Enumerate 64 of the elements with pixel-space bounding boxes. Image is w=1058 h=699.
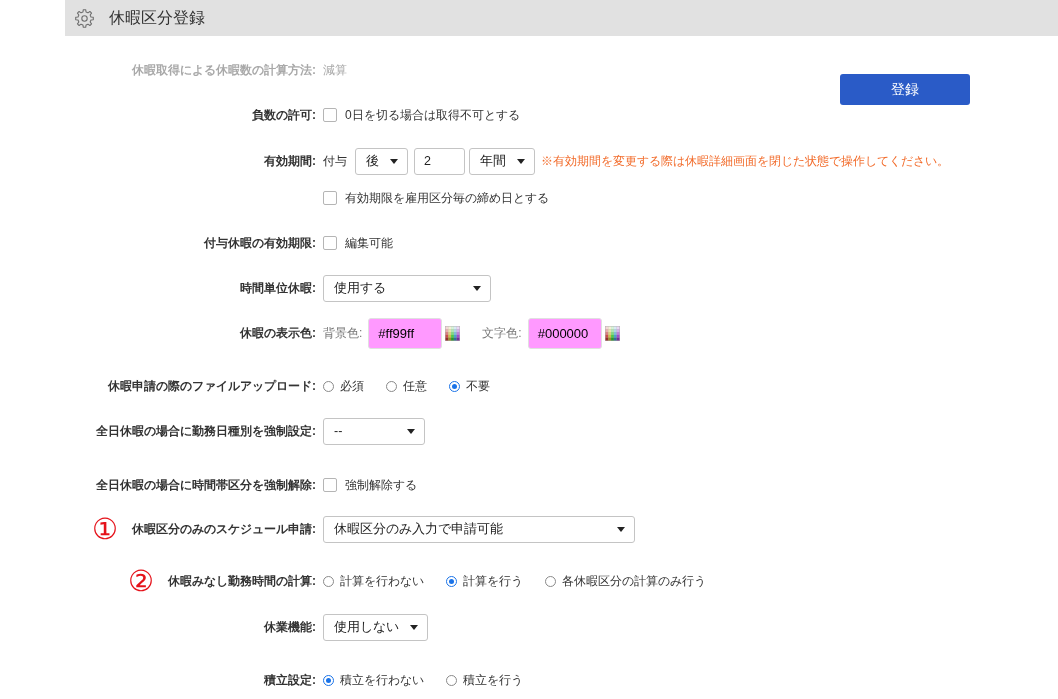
radio-label: 各休暇区分の計算のみ行う — [562, 572, 706, 590]
caret-icon — [617, 526, 625, 532]
radio-label: 積立を行う — [463, 671, 523, 689]
radio-label: 計算を行わない — [340, 572, 424, 590]
dropdown[interactable]: 後 — [355, 147, 408, 175]
caret-icon — [390, 158, 398, 164]
radio-button[interactable] — [386, 380, 397, 392]
warning-note: ※有効期間を変更する際は休暇詳細画面を閉じた状態で操作してください。 — [541, 152, 949, 170]
annotation-number: ② — [128, 566, 154, 596]
field-label: 休暇区分のみのスケジュール申請: — [132, 520, 316, 538]
dropdown[interactable]: 使用する — [323, 274, 491, 302]
checkbox-label: 有効期限を雇用区分毎の締め日とする — [345, 189, 549, 207]
caret-icon — [410, 624, 418, 630]
radio-label: 積立を行わない — [340, 671, 424, 689]
field-label: 有効期間: — [264, 152, 316, 170]
field-label: 時間単位休暇: — [240, 279, 316, 297]
field-label: 負数の許可: — [252, 106, 316, 124]
field-label: 休暇の表示色: — [240, 324, 316, 342]
field-label: 休暇みなし勤務時間の計算: — [168, 572, 316, 590]
dropdown[interactable]: 休暇区分のみ入力で申請可能 — [323, 515, 635, 543]
checkbox[interactable] — [323, 478, 337, 492]
radio-button[interactable] — [446, 575, 457, 587]
color-input[interactable]: #000000 — [527, 317, 602, 349]
dropdown[interactable]: 年間 — [469, 147, 535, 175]
dropdown[interactable]: 使用しない — [323, 613, 428, 641]
radio-label: 計算を行う — [463, 572, 523, 590]
field-value: 減算 — [323, 61, 347, 79]
page-title: 休暇区分登録 — [109, 7, 205, 28]
radio-button[interactable] — [446, 674, 457, 686]
field-label: 休暇取得による休暇数の計算方法: — [132, 61, 316, 79]
field-label: 休暇申請の際のファイルアップロード: — [108, 377, 316, 395]
color-label: 文字色: — [482, 324, 522, 342]
field-label: 休業機能: — [264, 618, 316, 636]
color-input[interactable]: #ff99ff — [368, 317, 443, 349]
checkbox-label: 0日を切る場合は取得不可とする — [345, 106, 520, 124]
radio-label: 必須 — [340, 377, 364, 395]
field-label: 付与休暇の有効期限: — [204, 234, 316, 252]
checkbox[interactable] — [323, 191, 337, 205]
color-palette-icon[interactable] — [445, 325, 461, 341]
prefix-text: 付与 — [323, 152, 347, 170]
caret-icon — [473, 285, 481, 291]
color-label: 背景色: — [323, 324, 363, 342]
radio-label: 任意 — [403, 377, 427, 395]
checkbox[interactable] — [323, 236, 337, 250]
caret-icon — [517, 158, 525, 164]
radio-button[interactable] — [323, 380, 334, 392]
color-palette-icon[interactable] — [604, 325, 620, 341]
radio-button[interactable] — [323, 575, 334, 587]
radio-button[interactable] — [545, 575, 556, 587]
settings-icon — [75, 8, 94, 28]
checkbox-label: 編集可能 — [345, 234, 393, 252]
number-input[interactable]: 2 — [414, 147, 465, 175]
checkbox-label: 強制解除する — [345, 476, 417, 494]
register-button[interactable]: 登録 — [840, 74, 970, 105]
field-label: 積立設定: — [264, 671, 316, 689]
dropdown[interactable]: -- — [323, 417, 425, 445]
radio-label: 不要 — [466, 377, 490, 395]
annotation-number: ① — [92, 514, 118, 544]
radio-button[interactable] — [449, 380, 460, 392]
field-label: 全日休暇の場合に勤務日種別を強制設定: — [96, 422, 316, 440]
checkbox[interactable] — [323, 108, 337, 122]
field-label: 全日休暇の場合に時間帯区分を強制解除: — [96, 476, 316, 494]
caret-icon — [407, 428, 415, 434]
radio-button[interactable] — [323, 674, 334, 686]
